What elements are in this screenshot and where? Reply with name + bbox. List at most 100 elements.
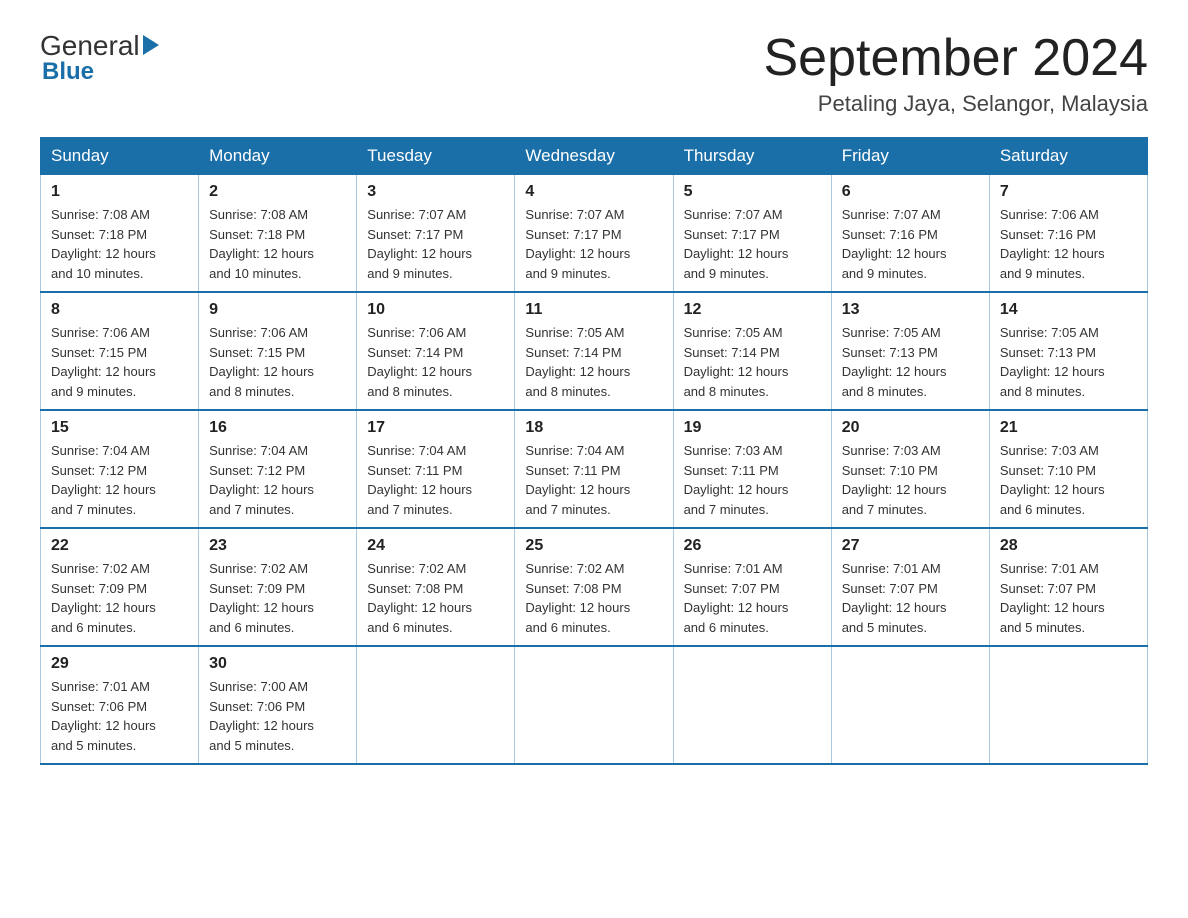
logo-triangle-icon [143, 35, 159, 55]
location-subtitle: Petaling Jaya, Selangor, Malaysia [764, 91, 1149, 117]
calendar-week-row: 29 Sunrise: 7:01 AMSunset: 7:06 PMDaylig… [41, 646, 1148, 764]
day-info: Sunrise: 7:01 AMSunset: 7:06 PMDaylight:… [51, 679, 156, 753]
calendar-cell: 9 Sunrise: 7:06 AMSunset: 7:15 PMDayligh… [199, 292, 357, 410]
day-number: 9 [209, 301, 346, 319]
calendar-cell: 18 Sunrise: 7:04 AMSunset: 7:11 PMDaylig… [515, 410, 673, 528]
day-info: Sunrise: 7:07 AMSunset: 7:17 PMDaylight:… [367, 207, 472, 281]
day-number: 14 [1000, 301, 1137, 319]
day-info: Sunrise: 7:07 AMSunset: 7:16 PMDaylight:… [842, 207, 947, 281]
calendar-cell [989, 646, 1147, 764]
day-info: Sunrise: 7:01 AMSunset: 7:07 PMDaylight:… [1000, 561, 1105, 635]
day-number: 29 [51, 655, 188, 673]
day-info: Sunrise: 7:05 AMSunset: 7:13 PMDaylight:… [842, 325, 947, 399]
calendar-cell: 25 Sunrise: 7:02 AMSunset: 7:08 PMDaylig… [515, 528, 673, 646]
day-info: Sunrise: 7:08 AMSunset: 7:18 PMDaylight:… [209, 207, 314, 281]
calendar-cell [673, 646, 831, 764]
calendar-cell: 27 Sunrise: 7:01 AMSunset: 7:07 PMDaylig… [831, 528, 989, 646]
calendar-table: SundayMondayTuesdayWednesdayThursdayFrid… [40, 137, 1148, 765]
calendar-cell: 11 Sunrise: 7:05 AMSunset: 7:14 PMDaylig… [515, 292, 673, 410]
month-year-title: September 2024 [764, 30, 1149, 87]
day-number: 12 [684, 301, 821, 319]
day-number: 10 [367, 301, 504, 319]
day-header-sunday: Sunday [41, 138, 199, 175]
calendar-cell: 6 Sunrise: 7:07 AMSunset: 7:16 PMDayligh… [831, 175, 989, 293]
calendar-cell: 10 Sunrise: 7:06 AMSunset: 7:14 PMDaylig… [357, 292, 515, 410]
calendar-header-row: SundayMondayTuesdayWednesdayThursdayFrid… [41, 138, 1148, 175]
day-number: 25 [525, 537, 662, 555]
day-number: 30 [209, 655, 346, 673]
calendar-cell: 20 Sunrise: 7:03 AMSunset: 7:10 PMDaylig… [831, 410, 989, 528]
day-number: 4 [525, 183, 662, 201]
day-info: Sunrise: 7:07 AMSunset: 7:17 PMDaylight:… [525, 207, 630, 281]
day-info: Sunrise: 7:02 AMSunset: 7:09 PMDaylight:… [209, 561, 314, 635]
calendar-cell: 30 Sunrise: 7:00 AMSunset: 7:06 PMDaylig… [199, 646, 357, 764]
day-number: 24 [367, 537, 504, 555]
day-number: 17 [367, 419, 504, 437]
calendar-cell [831, 646, 989, 764]
day-header-tuesday: Tuesday [357, 138, 515, 175]
page-header: General Blue September 2024 Petaling Jay… [40, 30, 1148, 117]
day-info: Sunrise: 7:08 AMSunset: 7:18 PMDaylight:… [51, 207, 156, 281]
day-header-thursday: Thursday [673, 138, 831, 175]
day-number: 13 [842, 301, 979, 319]
calendar-cell: 23 Sunrise: 7:02 AMSunset: 7:09 PMDaylig… [199, 528, 357, 646]
day-info: Sunrise: 7:01 AMSunset: 7:07 PMDaylight:… [684, 561, 789, 635]
calendar-cell: 3 Sunrise: 7:07 AMSunset: 7:17 PMDayligh… [357, 175, 515, 293]
day-info: Sunrise: 7:07 AMSunset: 7:17 PMDaylight:… [684, 207, 789, 281]
day-number: 8 [51, 301, 188, 319]
calendar-cell: 14 Sunrise: 7:05 AMSunset: 7:13 PMDaylig… [989, 292, 1147, 410]
day-info: Sunrise: 7:05 AMSunset: 7:14 PMDaylight:… [684, 325, 789, 399]
day-info: Sunrise: 7:05 AMSunset: 7:13 PMDaylight:… [1000, 325, 1105, 399]
calendar-cell: 4 Sunrise: 7:07 AMSunset: 7:17 PMDayligh… [515, 175, 673, 293]
logo: General Blue [40, 30, 162, 86]
logo-blue: Blue [42, 58, 94, 86]
day-number: 23 [209, 537, 346, 555]
day-info: Sunrise: 7:02 AMSunset: 7:09 PMDaylight:… [51, 561, 156, 635]
day-info: Sunrise: 7:01 AMSunset: 7:07 PMDaylight:… [842, 561, 947, 635]
day-number: 28 [1000, 537, 1137, 555]
day-info: Sunrise: 7:02 AMSunset: 7:08 PMDaylight:… [525, 561, 630, 635]
calendar-cell [357, 646, 515, 764]
day-number: 3 [367, 183, 504, 201]
calendar-cell: 22 Sunrise: 7:02 AMSunset: 7:09 PMDaylig… [41, 528, 199, 646]
calendar-cell: 17 Sunrise: 7:04 AMSunset: 7:11 PMDaylig… [357, 410, 515, 528]
day-header-monday: Monday [199, 138, 357, 175]
day-number: 15 [51, 419, 188, 437]
day-number: 20 [842, 419, 979, 437]
day-info: Sunrise: 7:03 AMSunset: 7:10 PMDaylight:… [1000, 443, 1105, 517]
day-number: 26 [684, 537, 821, 555]
calendar-cell: 19 Sunrise: 7:03 AMSunset: 7:11 PMDaylig… [673, 410, 831, 528]
day-info: Sunrise: 7:04 AMSunset: 7:11 PMDaylight:… [367, 443, 472, 517]
day-number: 18 [525, 419, 662, 437]
title-section: September 2024 Petaling Jaya, Selangor, … [764, 30, 1149, 117]
day-number: 2 [209, 183, 346, 201]
day-info: Sunrise: 7:06 AMSunset: 7:15 PMDaylight:… [51, 325, 156, 399]
day-header-saturday: Saturday [989, 138, 1147, 175]
calendar-cell: 8 Sunrise: 7:06 AMSunset: 7:15 PMDayligh… [41, 292, 199, 410]
day-number: 11 [525, 301, 662, 319]
day-header-wednesday: Wednesday [515, 138, 673, 175]
day-info: Sunrise: 7:05 AMSunset: 7:14 PMDaylight:… [525, 325, 630, 399]
day-header-friday: Friday [831, 138, 989, 175]
calendar-cell: 26 Sunrise: 7:01 AMSunset: 7:07 PMDaylig… [673, 528, 831, 646]
calendar-week-row: 1 Sunrise: 7:08 AMSunset: 7:18 PMDayligh… [41, 175, 1148, 293]
day-info: Sunrise: 7:04 AMSunset: 7:11 PMDaylight:… [525, 443, 630, 517]
day-number: 22 [51, 537, 188, 555]
calendar-cell: 28 Sunrise: 7:01 AMSunset: 7:07 PMDaylig… [989, 528, 1147, 646]
calendar-week-row: 22 Sunrise: 7:02 AMSunset: 7:09 PMDaylig… [41, 528, 1148, 646]
day-number: 21 [1000, 419, 1137, 437]
calendar-cell: 2 Sunrise: 7:08 AMSunset: 7:18 PMDayligh… [199, 175, 357, 293]
day-info: Sunrise: 7:03 AMSunset: 7:11 PMDaylight:… [684, 443, 789, 517]
calendar-cell: 16 Sunrise: 7:04 AMSunset: 7:12 PMDaylig… [199, 410, 357, 528]
calendar-cell [515, 646, 673, 764]
day-info: Sunrise: 7:00 AMSunset: 7:06 PMDaylight:… [209, 679, 314, 753]
day-info: Sunrise: 7:06 AMSunset: 7:14 PMDaylight:… [367, 325, 472, 399]
day-number: 6 [842, 183, 979, 201]
day-info: Sunrise: 7:03 AMSunset: 7:10 PMDaylight:… [842, 443, 947, 517]
calendar-cell: 1 Sunrise: 7:08 AMSunset: 7:18 PMDayligh… [41, 175, 199, 293]
calendar-cell: 15 Sunrise: 7:04 AMSunset: 7:12 PMDaylig… [41, 410, 199, 528]
calendar-cell: 29 Sunrise: 7:01 AMSunset: 7:06 PMDaylig… [41, 646, 199, 764]
day-number: 7 [1000, 183, 1137, 201]
day-info: Sunrise: 7:06 AMSunset: 7:15 PMDaylight:… [209, 325, 314, 399]
calendar-cell: 21 Sunrise: 7:03 AMSunset: 7:10 PMDaylig… [989, 410, 1147, 528]
